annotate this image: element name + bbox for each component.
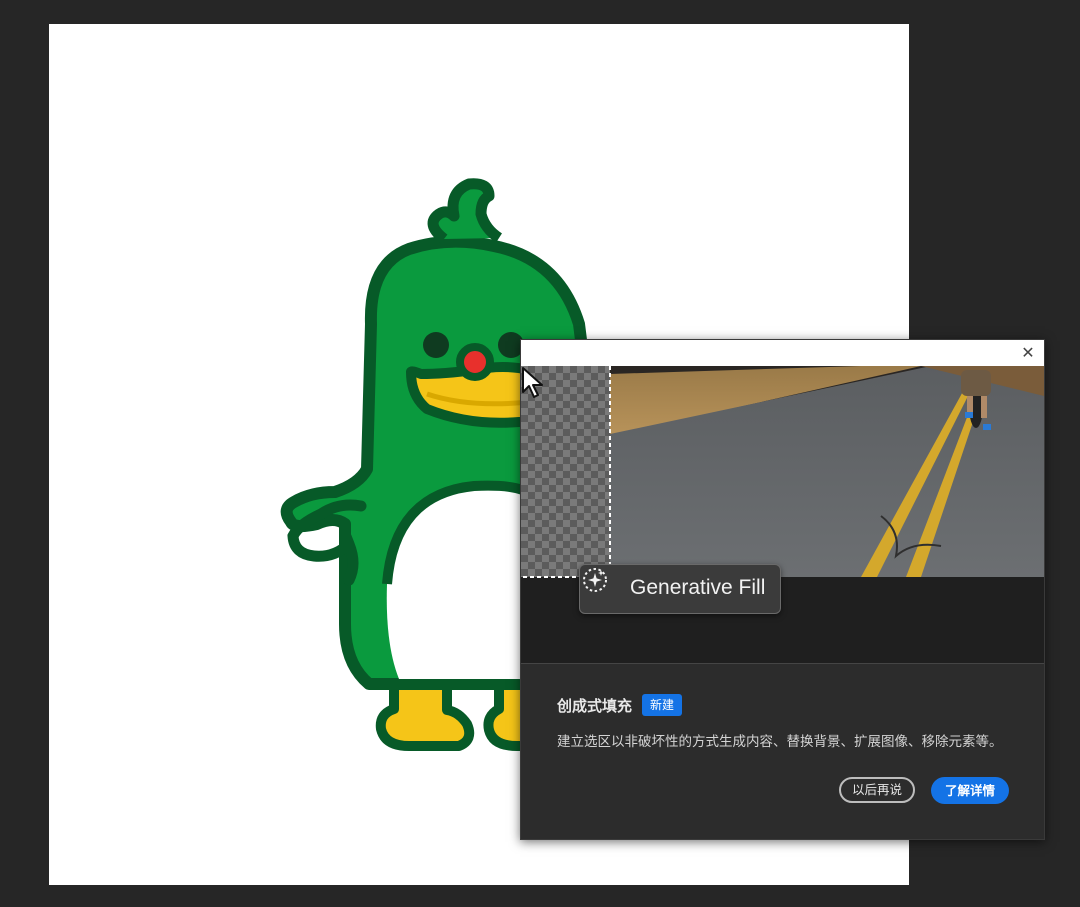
- road-cyclist-preview: [521, 366, 1044, 578]
- close-icon[interactable]: ✕: [1018, 343, 1038, 363]
- feature-preview-image: Generative Fill: [521, 366, 1044, 663]
- dialog-divider: [521, 663, 1044, 664]
- learn-more-button[interactable]: 了解详情: [931, 777, 1009, 804]
- generative-fill-chip: Generative Fill: [579, 564, 781, 614]
- dialog-title: 创成式填充: [557, 696, 633, 715]
- later-button[interactable]: 以后再说: [839, 777, 915, 803]
- generative-fill-label: Generative Fill: [630, 576, 766, 599]
- new-badge: 新建: [642, 694, 683, 716]
- dialog-title-bar: ✕: [521, 340, 1044, 366]
- generative-fill-sparkle-icon: [583, 568, 607, 592]
- mouse-cursor-icon: [522, 367, 543, 398]
- generative-fill-dialog: ✕ Generative Fill 创成式填充 新建 建立选区以非破坏性的方式生…: [520, 339, 1045, 840]
- dialog-header: 创成式填充 新建: [557, 693, 683, 717]
- dialog-description: 建立选区以非破坏性的方式生成内容、替换背景、扩展图像、移除元素等。: [557, 734, 1003, 750]
